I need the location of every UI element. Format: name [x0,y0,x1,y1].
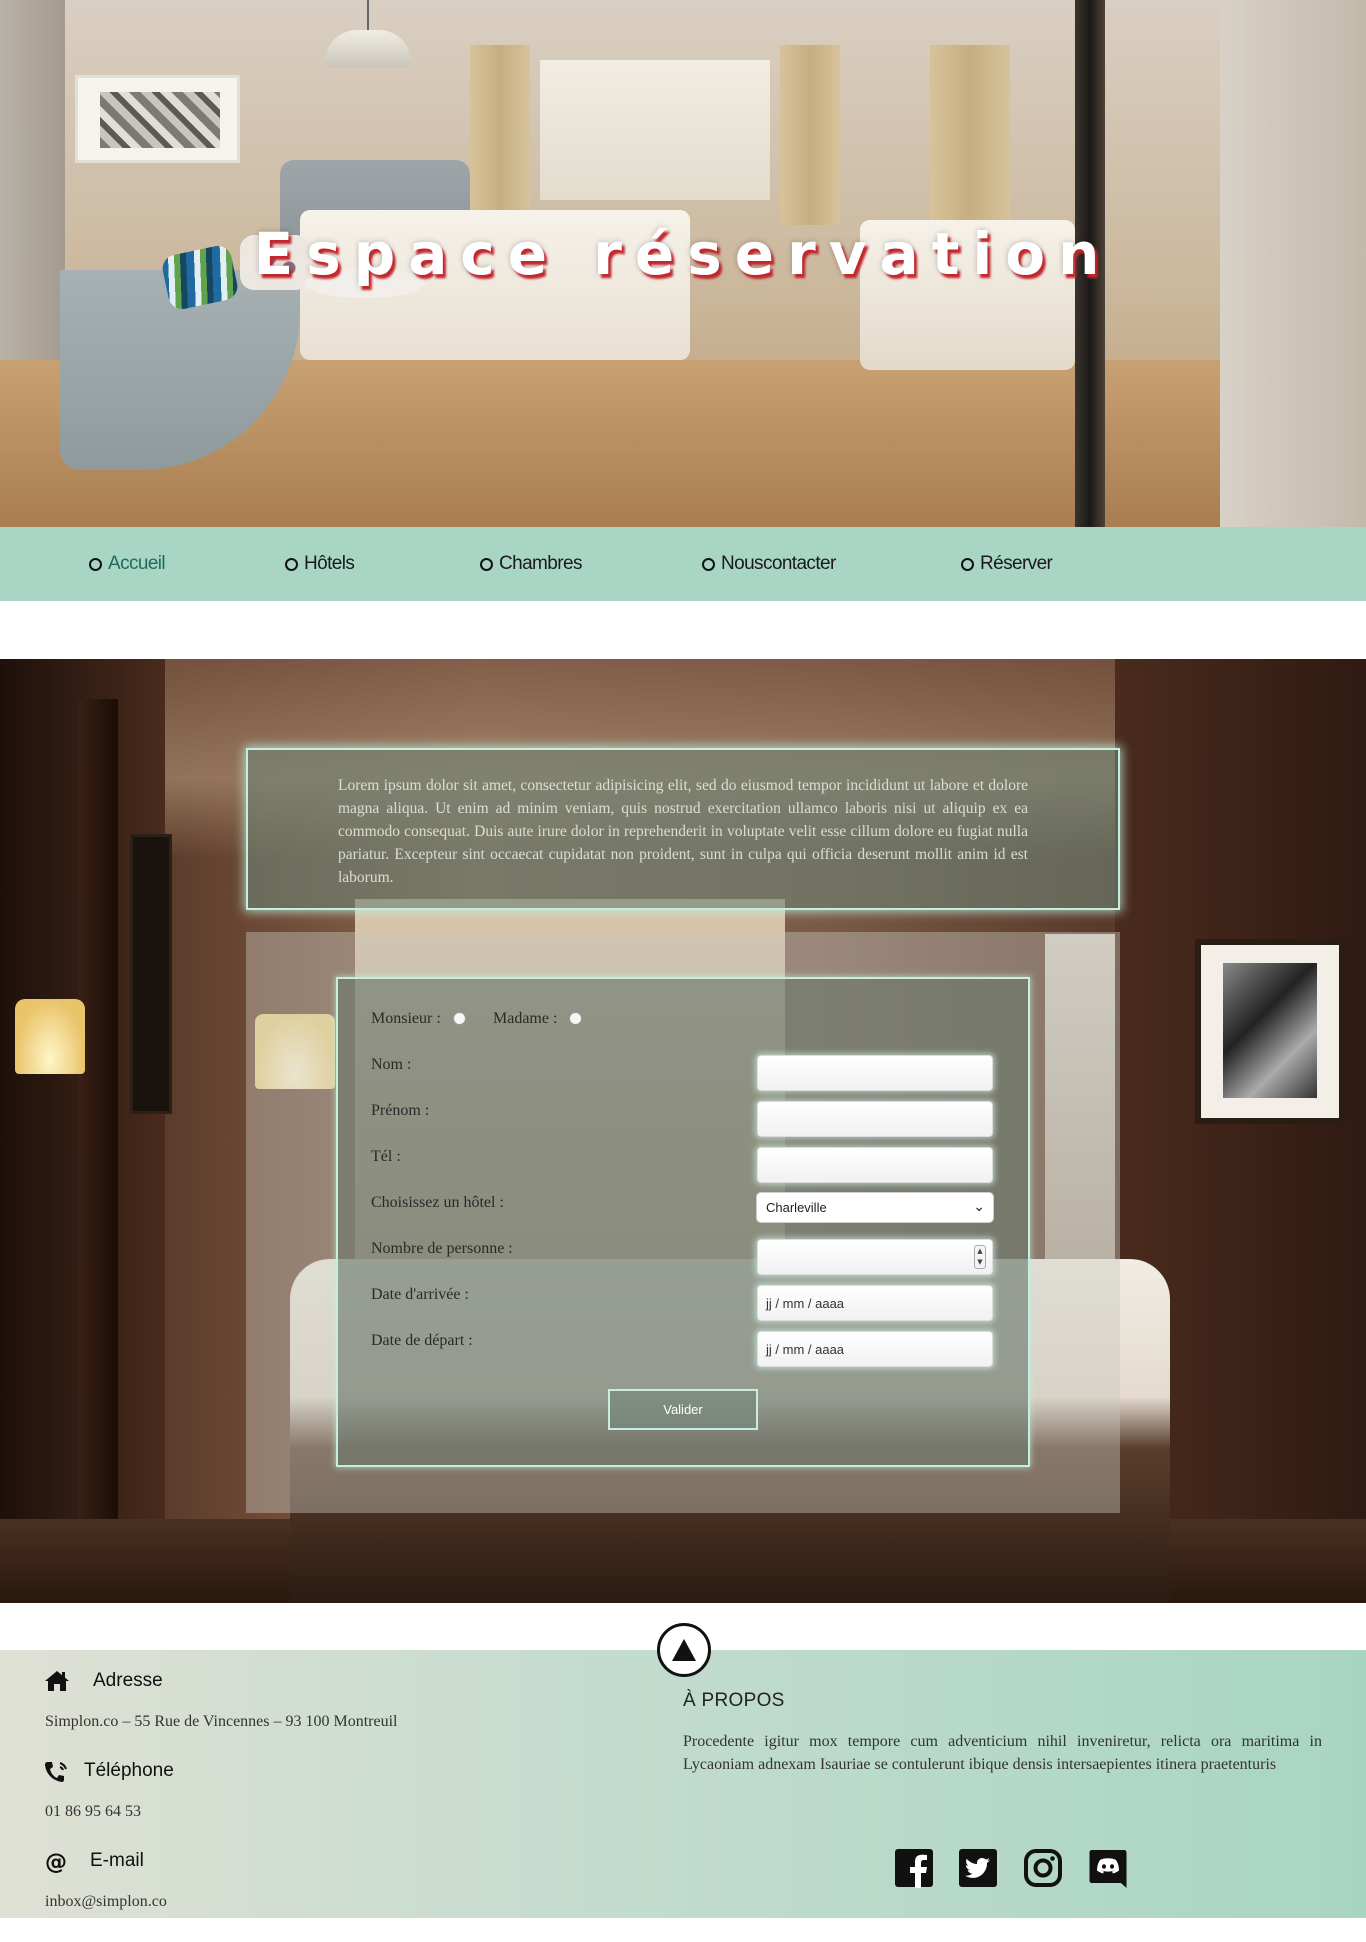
phone-text: 01 86 95 64 53 [45,1803,141,1820]
depart-date-placeholder: jj / mm / aaaa [766,1341,845,1357]
hotel-select[interactable]: Charleville ⌄ [756,1192,994,1223]
room-lamp [15,999,85,1074]
nav-item-chambres[interactable]: Chambres [480,550,582,578]
discord-icon [1089,1850,1127,1888]
personnes-label: Nombre de personne : [371,1240,513,1257]
hero-banner: Espace réservation [0,0,1366,527]
arrivee-label: Date d'arrivée : [371,1286,469,1303]
nav-bullet-icon [702,557,715,571]
nav-item-reserver[interactable]: Réserver [961,550,1053,578]
arrivee-date-input[interactable]: jj / mm / aaaa [757,1285,993,1321]
hero-wall-art [75,75,240,163]
twitter-link[interactable] [958,1848,998,1888]
nav-item-hotels[interactable]: Hôtels [285,550,355,578]
madame-radio[interactable] [569,1012,582,1025]
facebook-link[interactable] [894,1848,934,1888]
prenom-label: Prénom : [371,1102,430,1119]
twitter-icon [959,1849,997,1887]
room-wall-frame [130,834,172,1114]
phone-heading: Téléphone [84,1760,174,1781]
intro-box: Lorem ipsum dolor sit amet, consectetur … [246,748,1120,910]
nav-item-accueil[interactable]: Accueil [89,550,166,578]
nav-item-label: Hôtels [304,553,355,574]
arrivee-date-placeholder: jj / mm / aaaa [766,1295,845,1311]
address-heading: Adresse [93,1670,163,1691]
facebook-icon [895,1849,933,1888]
hero-curtain [470,45,530,225]
submit-button[interactable]: Valider [608,1389,758,1430]
nav-item-label: Réserver [980,553,1053,574]
personnes-number-input[interactable]: ▲ ▼ [757,1239,993,1275]
instagram-link[interactable] [1023,1848,1063,1888]
about-title: À PROPOS [683,1690,785,1711]
nav-item-label: Nouscontacter [721,553,836,574]
prenom-input[interactable] [757,1101,993,1137]
nom-label: Nom : [371,1056,412,1073]
instagram-icon [1024,1849,1062,1887]
depart-date-input[interactable]: jj / mm / aaaa [757,1331,993,1367]
page-title: Espace réservation [253,220,1113,288]
discord-link[interactable] [1088,1848,1128,1888]
address-text: Simplon.co – 55 Rue de Vincennes – 93 10… [45,1713,398,1730]
home-icon [45,1671,69,1691]
hotel-label: Choisissez un hôtel : [371,1194,504,1211]
nom-input[interactable] [757,1055,993,1091]
nav-bullet-icon [961,557,974,571]
svg-text:@: @ [45,1850,67,1874]
tel-label: Tél : [371,1148,401,1165]
room-door [78,699,118,1519]
nav-item-label: Accueil [108,553,166,574]
hero-curtain [930,45,1010,225]
arrow-up-icon [672,1639,696,1661]
intro-text: Lorem ipsum dolor sit amet, consectetur … [338,777,1028,886]
email-heading: E-mail [90,1850,144,1871]
about-text: Procedente igitur mox tempore cum advent… [683,1733,1322,1773]
hero-window [540,60,770,200]
hero-pendant-lamp [325,30,411,68]
hero-lamp-cord [367,0,369,32]
monsieur-label: Monsieur : [371,1010,441,1027]
main-nav: Accueil Hôtels Chambres Nouscontacter Ré… [0,527,1366,601]
hotel-selected-value: Charleville [766,1200,827,1215]
email-link[interactable]: inbox@simplon.co [45,1893,167,1911]
madame-label: Madame : [493,1010,558,1027]
room-photo-frame [1195,939,1345,1124]
phone-icon [45,1762,67,1782]
monsieur-radio[interactable] [453,1012,466,1025]
chevron-down-icon: ⌄ [973,1199,985,1215]
hero-curtain [780,45,840,225]
tel-input[interactable] [757,1147,993,1183]
nav-bullet-icon [480,557,493,571]
back-to-top-button[interactable] [657,1623,711,1677]
depart-label: Date de départ : [371,1332,473,1349]
nav-item-contact[interactable]: Nouscontacter [702,550,836,578]
nav-bullet-icon [285,557,298,571]
nav-bullet-icon [89,557,102,571]
number-spinner-icon[interactable]: ▲ ▼ [974,1245,986,1269]
nav-item-label: Chambres [499,553,582,574]
at-sign-icon: @ [45,1850,67,1874]
